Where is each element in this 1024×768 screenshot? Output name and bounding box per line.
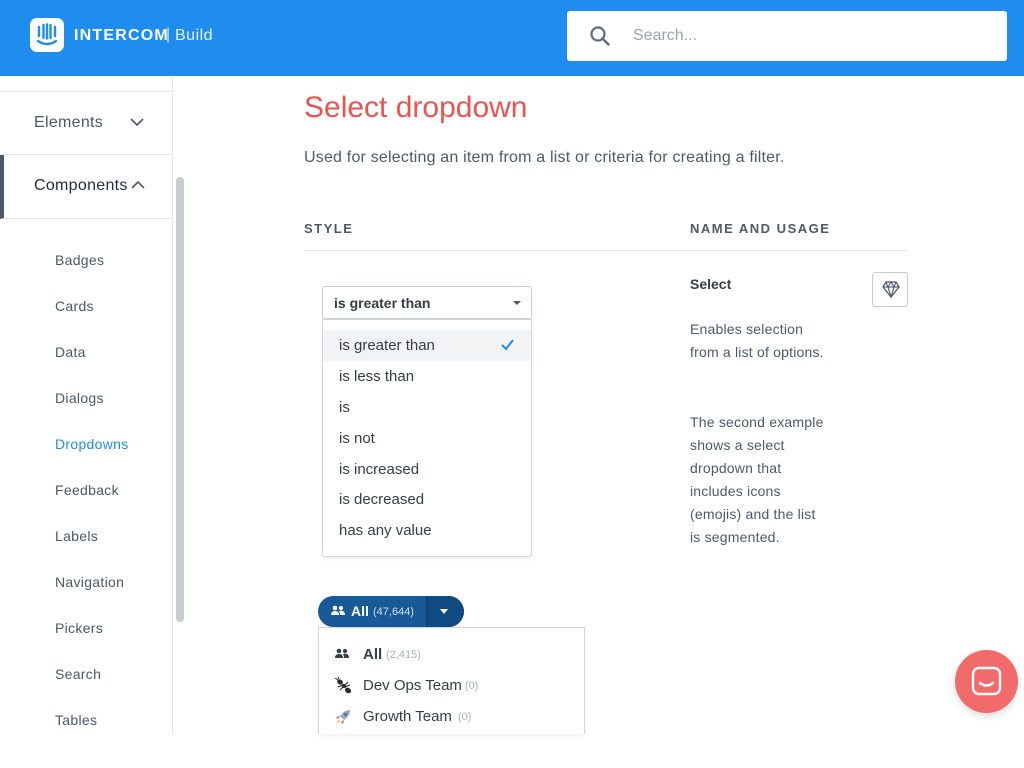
messenger-launcher-button[interactable] [955,650,1018,713]
top-header: INTERCOM | Build [0,0,1024,76]
sidebar-section-label: Elements [34,114,104,131]
pill-count: (47,644) [373,606,414,618]
sidebar-section-label: Components [34,177,128,194]
sidebar-section-elements[interactable]: Elements [0,91,172,155]
sidebar-item-labels[interactable]: Labels [55,528,98,544]
segment-item-growth[interactable]: Growth Team (0) [319,702,584,733]
select-option[interactable]: is increased [323,454,531,485]
diamond-icon [882,281,900,298]
segment-count: (2,415) [386,649,421,661]
segment-label: Growth Team [363,708,452,725]
sidebar-item-dropdowns[interactable]: Dropdowns [55,436,129,452]
segment-pill-button[interactable]: All (47,644) [318,596,464,627]
sidebar-scrollbar[interactable] [176,177,184,622]
segment-label: Dev Ops Team [363,677,462,694]
column-header-usage: NAME AND USAGE [690,221,831,236]
search-box[interactable] [567,11,1007,61]
option-label: is [339,399,350,416]
option-label: is less than [339,368,415,385]
select-option[interactable]: is not [323,423,531,454]
select-option[interactable]: is [323,392,531,423]
sidebar-item-feedback[interactable]: Feedback [55,482,119,498]
sidebar-item-dialogs[interactable]: Dialogs [55,390,104,406]
segment-count: (0) [458,711,472,723]
option-label: is not [339,430,375,447]
select-options-menu: is greater than is less than is is not i… [322,319,532,557]
people-icon [335,648,349,658]
select-dropdown[interactable]: is greater than [322,286,532,319]
column-header-style: STYLE [304,221,354,236]
option-label: is increased [339,461,420,478]
intercom-logo-icon[interactable] [30,18,64,52]
search-input[interactable] [633,11,993,61]
ant-icon [334,677,352,694]
rocket-icon [336,710,350,724]
usage-title: Select [690,276,732,292]
sidebar: Elements Components Badges Cards Data Di… [0,76,173,734]
segment-label: All [363,646,383,663]
brand-separator: | [166,26,171,43]
sidebar-item-search[interactable]: Search [55,666,101,682]
page-subtitle: Used for selecting an item from a list o… [304,149,785,166]
header-divider [304,250,908,251]
select-option[interactable]: is decreased [323,484,531,515]
sidebar-item-tables[interactable]: Tables [55,712,97,728]
select-value: is greater than [334,295,431,311]
segment-item-dev-ops[interactable]: Dev Ops Team (0) [319,671,584,702]
chat-icon [971,666,1002,696]
select-option[interactable]: has any value [323,515,531,546]
pill-dropdown-toggle[interactable] [426,596,464,627]
brand-subtitle[interactable]: Build [175,27,213,45]
checkmark-icon [501,339,514,350]
caret-down-icon [513,301,521,305]
sketch-download-button[interactable] [872,272,908,307]
usage-description-second: The second example shows a select dropdo… [690,414,824,545]
chevron-up-icon [131,180,145,189]
option-label: is greater than [339,337,435,354]
option-label: is decreased [339,491,425,508]
select-option[interactable]: is less than [323,361,531,392]
caret-down-icon [440,609,448,614]
brand-name[interactable]: INTERCOM [74,27,169,45]
sidebar-section-components[interactable]: Components [0,155,172,219]
segment-item-all[interactable]: All (2,415) [319,640,584,671]
sidebar-item-pickers[interactable]: Pickers [55,620,103,636]
pill-label: All [351,603,369,619]
people-icon [331,605,345,615]
sidebar-item-cards[interactable]: Cards [55,298,94,314]
option-label: has any value [339,522,432,539]
sidebar-item-badges[interactable]: Badges [55,252,104,268]
segment-menu: All (2,415) Dev Ops Team (0) Growth Team… [318,627,585,734]
search-icon [590,26,610,46]
page-title: Select dropdown [304,91,528,124]
usage-description: Enables selection from a list of options… [690,321,824,360]
select-option[interactable]: is greater than [323,330,531,361]
sidebar-item-navigation[interactable]: Navigation [55,574,124,590]
chevron-down-icon [130,118,144,127]
segment-count: (0) [465,680,479,692]
sidebar-item-data[interactable]: Data [55,344,86,360]
